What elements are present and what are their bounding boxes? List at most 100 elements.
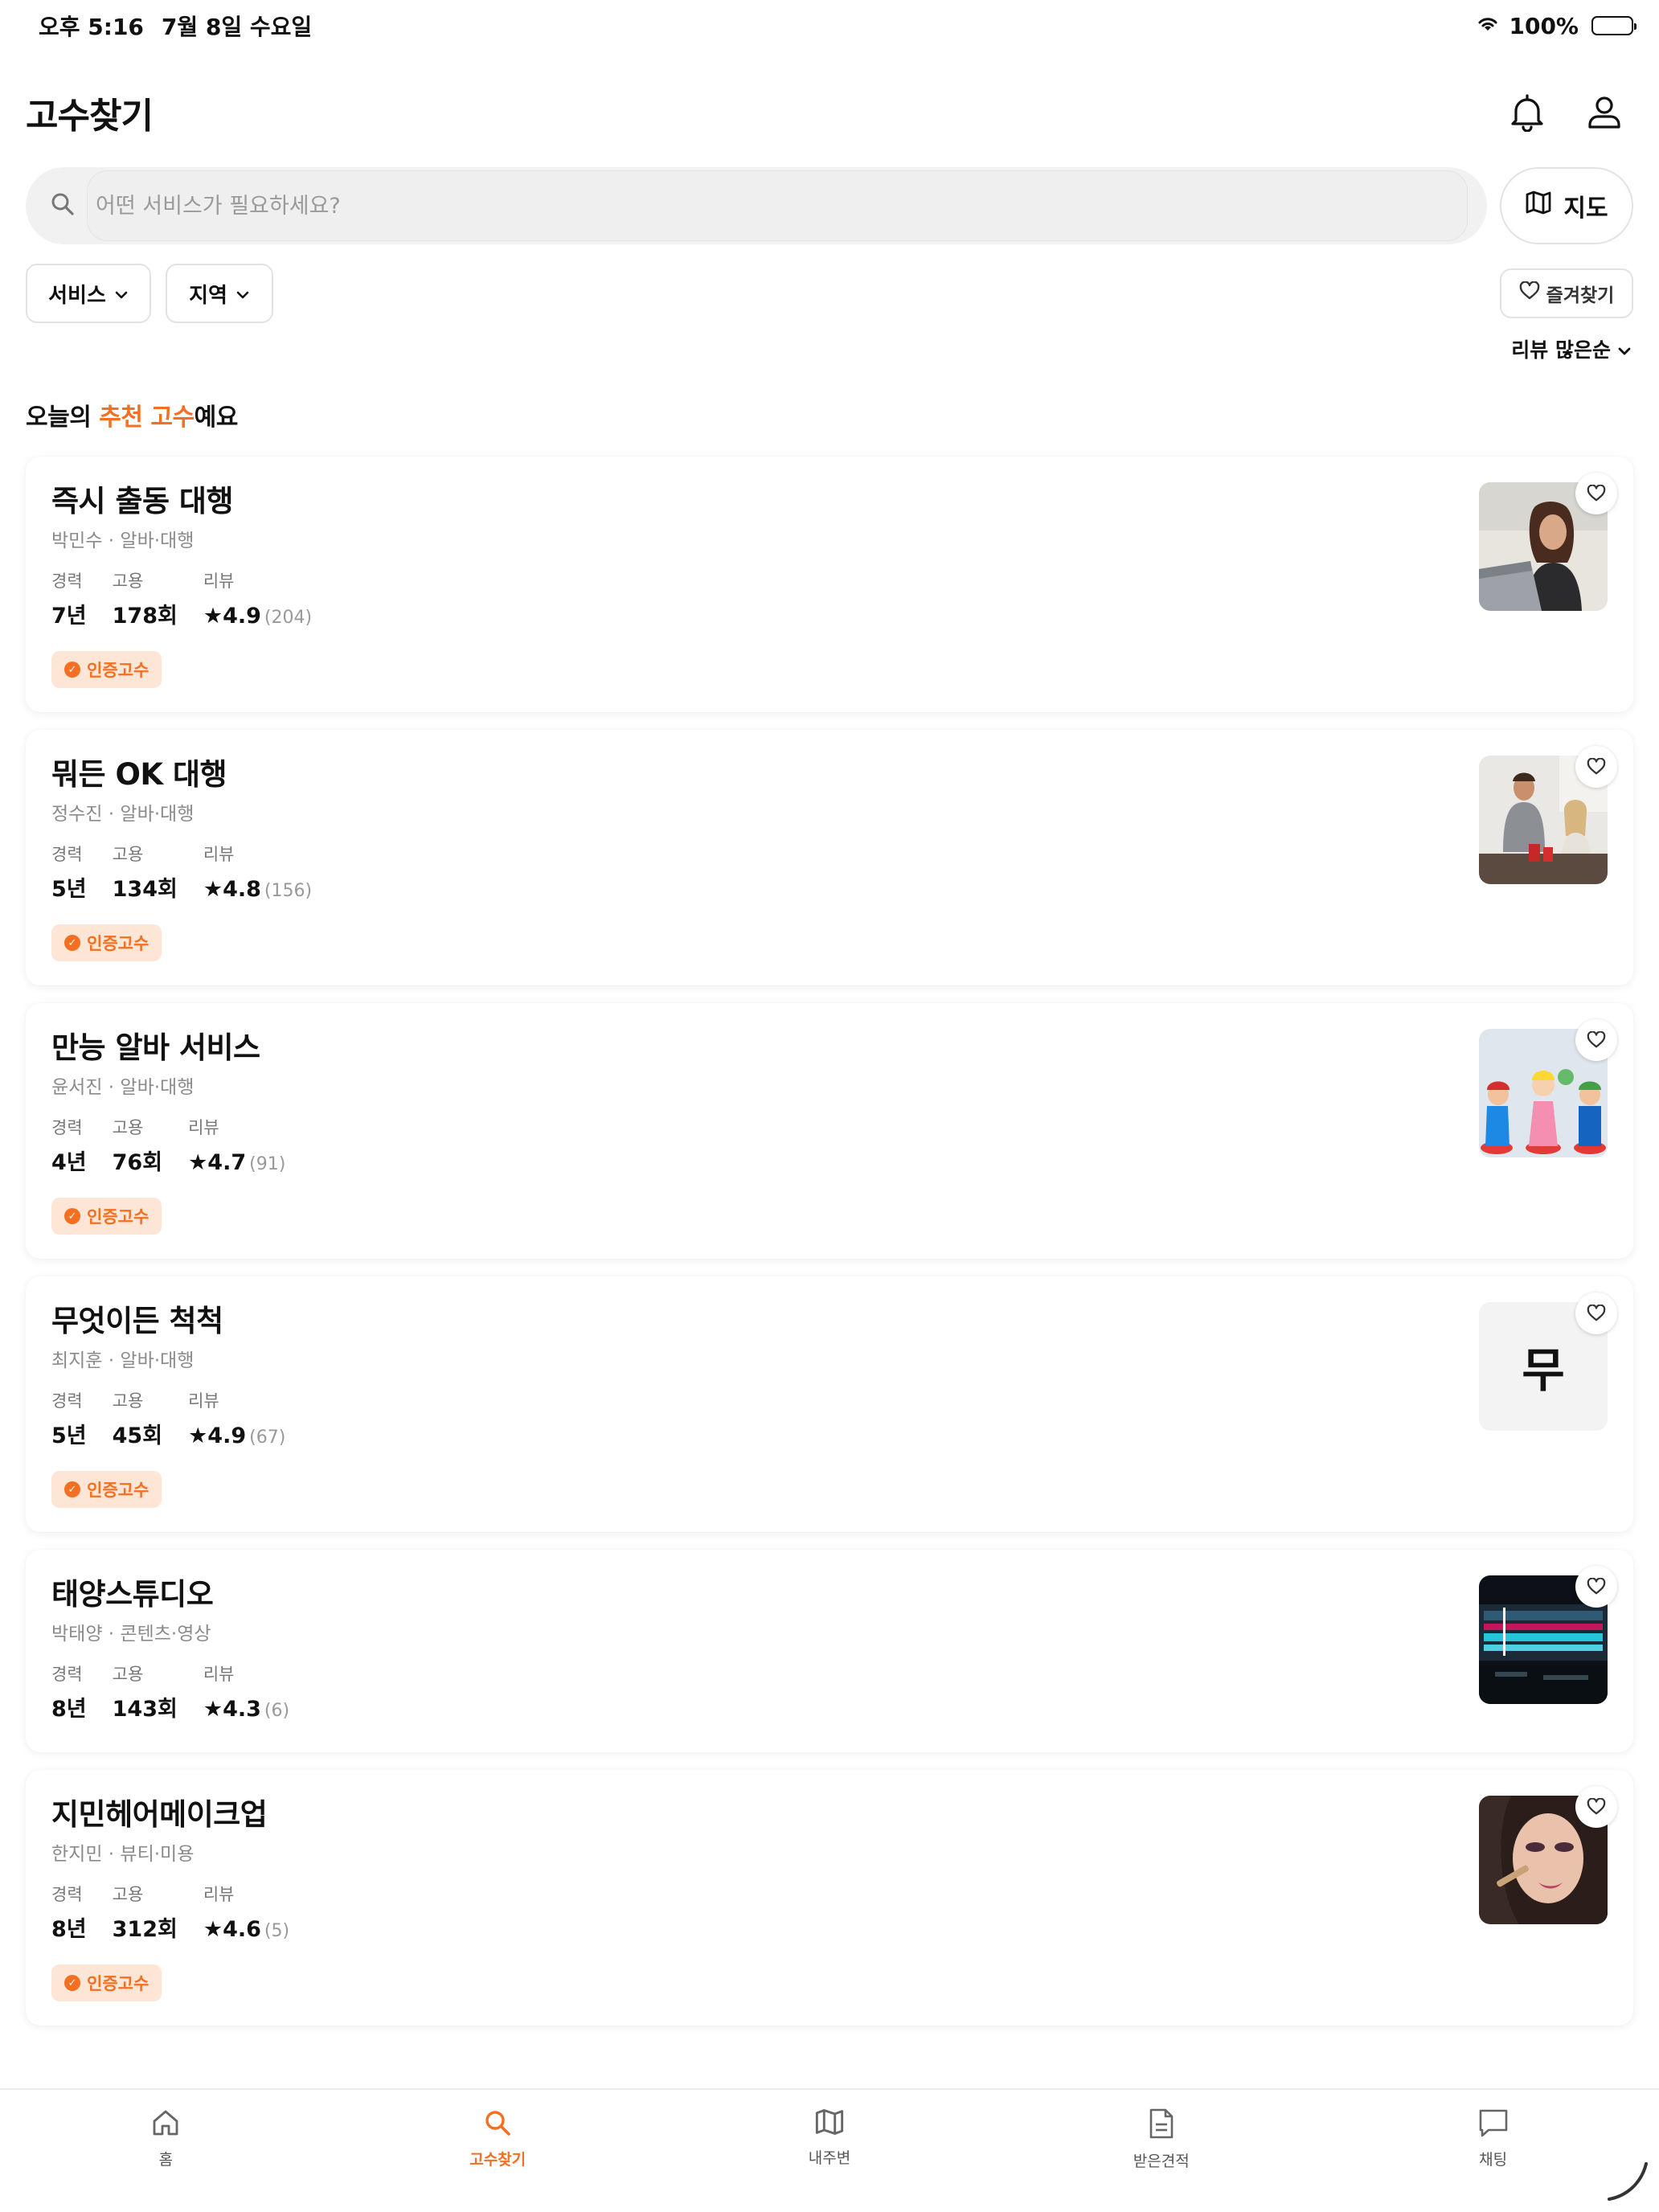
stat-hires: 고용 45회 (113, 1391, 162, 1452)
stat-label-career: 경력 (51, 571, 83, 591)
stat-value-hires: 312회 (112, 1917, 178, 1942)
expert-list: 즉시 출동 대행 박민수 · 알바·대행 경력 7년 고용 178회 리뷰 ★4… (26, 457, 1633, 2043)
stat-label-hires: 고용 (112, 1118, 144, 1137)
chat-icon (1477, 2108, 1509, 2141)
battery-icon (1591, 16, 1636, 35)
service-filter-label: 서비스 (48, 283, 106, 308)
heart-icon[interactable] (1575, 473, 1617, 514)
expert-stats: 경력 4년 고용 76회 리뷰 ★4.7 (91) (51, 1117, 1608, 1178)
favorites-button[interactable]: 즐겨찾기 (1500, 268, 1633, 318)
service-filter[interactable]: 서비스 (26, 264, 151, 323)
verified-badge: ✓ 인증고수 (51, 1198, 162, 1235)
expert-name: 무엇이든 척척 (51, 1304, 223, 1338)
user-icon[interactable] (1583, 92, 1625, 133)
section-title-prefix: 오늘의 (26, 403, 100, 432)
tab-label: 받은견적 (1133, 2153, 1190, 2170)
stat-hires: 고용 178회 (113, 571, 178, 632)
expert-card[interactable]: 무엇이든 척척 최지훈 · 알바·대행 경력 5년 고용 45회 리뷰 ★4.9… (26, 1276, 1633, 1532)
map-label: 지도 (1563, 195, 1608, 223)
badge-label: 인증고수 (87, 1207, 150, 1227)
expert-card[interactable]: 즉시 출동 대행 박민수 · 알바·대행 경력 7년 고용 178회 리뷰 ★4… (26, 457, 1633, 712)
rating-value: 4.6 (223, 1917, 261, 1942)
stat-label-reviews: 리뷰 (203, 1665, 235, 1684)
stat-value-hires: 178회 (112, 604, 178, 629)
header: 고수찾기 (26, 80, 1633, 145)
stat-label-reviews: 리뷰 (188, 1391, 219, 1411)
expert-card[interactable]: 지민헤어메이크업 한지민 · 뷰티·미용 경력 8년 고용 312회 리뷰 ★4… (26, 1770, 1633, 2026)
rating-value: 4.7 (207, 1150, 247, 1175)
verified-badge: ✓ 인증고수 (51, 651, 162, 688)
review-count: (91) (249, 1154, 286, 1174)
stat-reviews: 리뷰 ★4.3 (6) (203, 1664, 289, 1725)
rating-value: 4.8 (223, 877, 261, 902)
expert-stats: 경력 8년 고용 143회 리뷰 ★4.3 (6) (51, 1664, 1608, 1728)
region-filter-label: 지역 (189, 283, 227, 308)
map-button[interactable]: 지도 (1500, 167, 1633, 244)
stat-value-rating: ★4.3 (6) (203, 1696, 289, 1725)
star-icon: ★ (188, 1423, 208, 1448)
check-badge-icon: ✓ (64, 1208, 80, 1224)
expert-name: 태양스튜디오 (51, 1577, 214, 1612)
region-filter[interactable]: 지역 (166, 264, 273, 323)
stat-label-reviews: 리뷰 (188, 1118, 219, 1137)
verified-badge: ✓ 인증고수 (51, 924, 162, 961)
heart-icon[interactable] (1575, 1786, 1617, 1828)
tab-home[interactable]: 홈 (0, 2090, 332, 2212)
expert-subtitle: 박민수 · 알바·대행 (51, 530, 195, 551)
star-icon: ★ (203, 1917, 223, 1942)
stat-hires: 고용 134회 (113, 844, 178, 905)
stat-value-career: 4년 (51, 1150, 87, 1175)
tab-find-expert[interactable]: 고수찾기 (332, 2090, 664, 2212)
section-title-suffix: 예요 (194, 403, 239, 432)
stat-career: 경력 5년 (51, 844, 87, 905)
stat-hires: 고용 143회 (113, 1664, 178, 1725)
filter-row: 서비스 지역 즐겨찾기 (26, 264, 1633, 323)
expert-card[interactable]: 태양스튜디오 박태양 · 콘텐츠·영상 경력 8년 고용 143회 리뷰 ★4.… (26, 1550, 1633, 1752)
tab-quotes[interactable]: 받은견적 (995, 2090, 1327, 2212)
tab-label: 홈 (158, 2151, 174, 2169)
stat-value-career: 5년 (51, 1423, 87, 1448)
app-root: 오후 5:16 7월 8일 수요일 100% 고수찾기 어떤 서비스가 필요하세… (0, 0, 1659, 2212)
search-icon (48, 190, 80, 222)
expert-stats: 경력 8년 고용 312회 리뷰 ★4.6 (5) (51, 1884, 1608, 1945)
stat-value-hires: 143회 (112, 1697, 178, 1722)
stat-value-rating: ★4.7 (91) (188, 1149, 285, 1178)
expert-subtitle: 박태양 · 콘텐츠·영상 (51, 1624, 211, 1645)
stat-career: 경력 8년 (51, 1884, 87, 1945)
stat-value-career: 7년 (51, 604, 87, 629)
badge-label: 인증고수 (87, 1481, 150, 1500)
stat-label-hires: 고용 (112, 1665, 144, 1684)
search-box[interactable] (26, 167, 1487, 244)
rating-value: 4.9 (207, 1423, 247, 1448)
search-icon (482, 2108, 513, 2141)
stat-label-hires: 고용 (112, 571, 144, 591)
verified-badge: ✓ 인증고수 (51, 1471, 162, 1508)
stat-label-hires: 고용 (112, 1391, 144, 1411)
search-input[interactable] (87, 170, 1468, 241)
stat-label-reviews: 리뷰 (203, 571, 235, 591)
stat-label-career: 경력 (51, 1665, 83, 1684)
star-icon: ★ (188, 1150, 208, 1175)
stat-label-hires: 고용 (112, 1885, 144, 1904)
sort-dropdown[interactable]: 리뷰 많은순 (1511, 334, 1632, 363)
expert-card[interactable]: 뭐든 OK 대행 정수진 · 알바·대행 경력 5년 고용 134회 리뷰 ★4… (26, 730, 1633, 985)
expert-stats: 경력 7년 고용 178회 리뷰 ★4.9 (204) (51, 571, 1608, 632)
tab-nearby[interactable]: 내주변 (664, 2090, 996, 2212)
battery-percent: 100% (1509, 12, 1579, 39)
status-right: 100% (1475, 12, 1636, 39)
rating-value: 4.9 (223, 604, 261, 629)
heart-icon[interactable] (1575, 1292, 1617, 1334)
expert-subtitle: 윤서진 · 알바·대행 (51, 1077, 195, 1098)
expert-name: 지민헤어메이크업 (51, 1797, 268, 1832)
heart-icon[interactable] (1575, 1566, 1617, 1608)
tab-label: 채팅 (1479, 2151, 1508, 2169)
stat-value-hires: 45회 (112, 1423, 163, 1448)
search-row: 지도 (26, 167, 1633, 244)
check-badge-icon: ✓ (64, 935, 80, 951)
bell-icon[interactable] (1506, 92, 1548, 133)
document-icon (1148, 2108, 1175, 2143)
expert-card[interactable]: 만능 알바 서비스 윤서진 · 알바·대행 경력 4년 고용 76회 리뷰 ★4… (26, 1003, 1633, 1259)
heart-icon[interactable] (1575, 1019, 1617, 1061)
heart-icon[interactable] (1575, 746, 1617, 788)
stat-label-career: 경력 (51, 845, 83, 864)
